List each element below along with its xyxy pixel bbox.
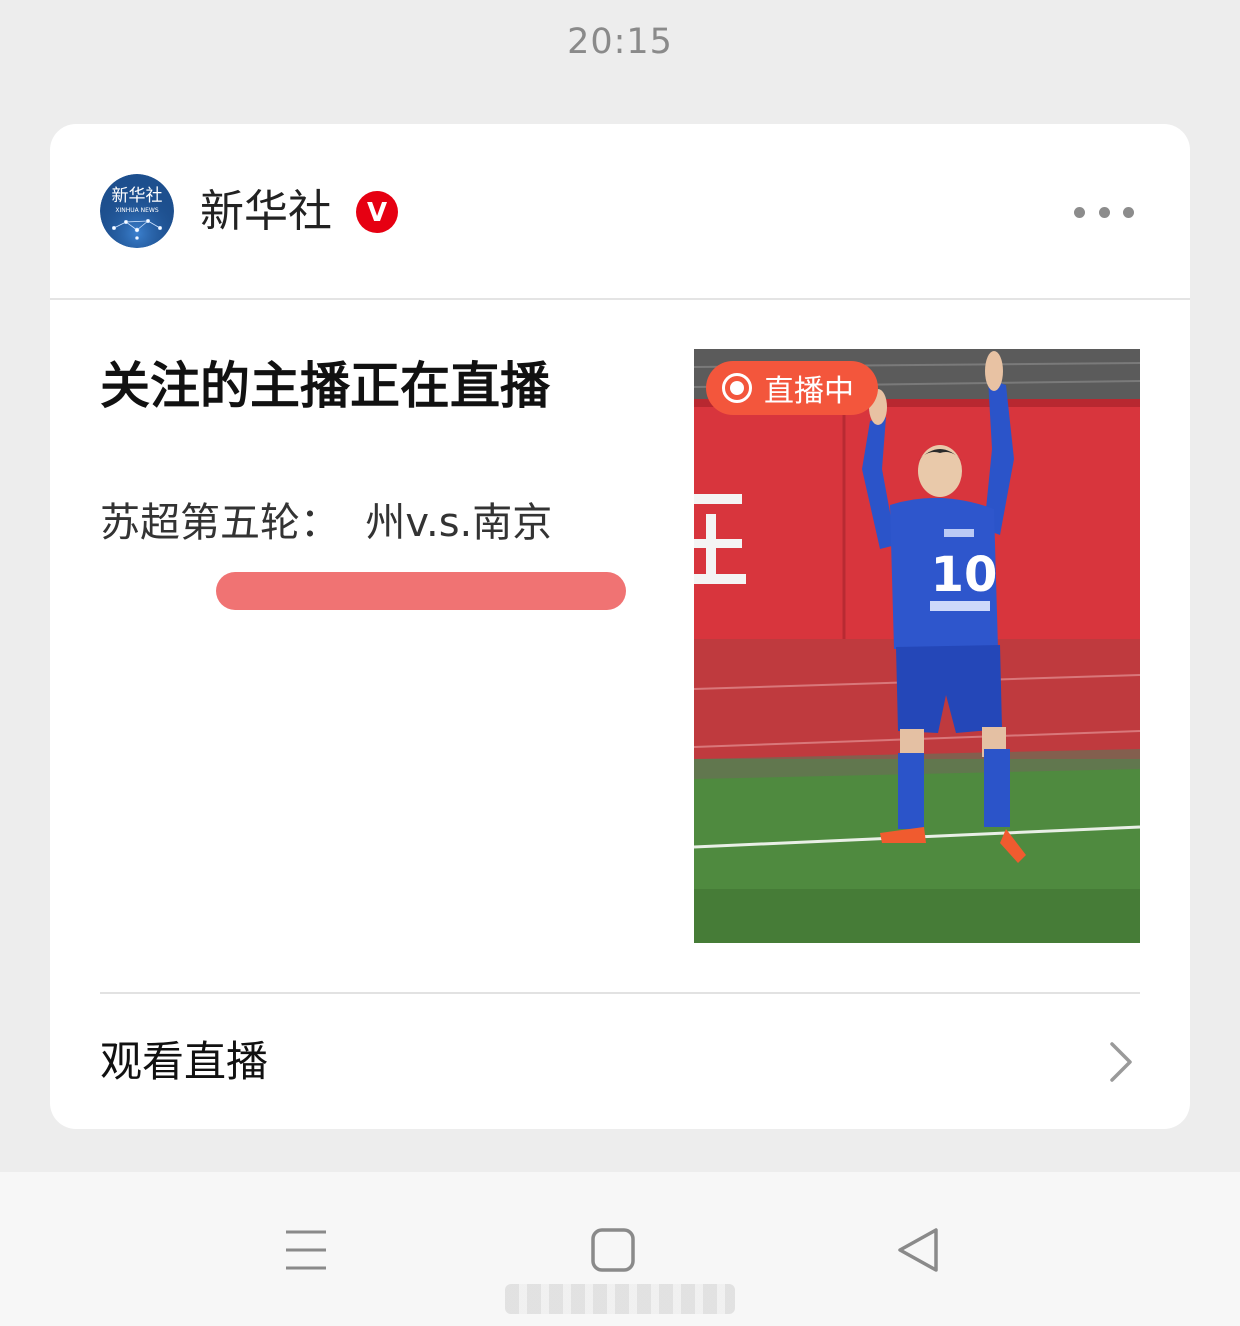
live-badge-label: 直播中	[764, 374, 854, 409]
xinhua-logo-icon: 新华社 XINHUA NEWS	[100, 174, 174, 248]
watch-live-button[interactable]: 观看直播	[50, 994, 1190, 1129]
card-subtitle: 苏超第五轮： 州v.s.南京	[100, 500, 553, 546]
redaction-mark	[216, 572, 626, 610]
svg-text:新华社: 新华社	[112, 186, 163, 206]
chevron-right-icon	[1110, 1042, 1132, 1082]
watch-live-label: 观看直播	[100, 1037, 269, 1086]
svg-text:XINHUA NEWS: XINHUA NEWS	[115, 207, 158, 214]
svg-text:V: V	[367, 198, 387, 228]
svg-text:10: 10	[931, 547, 998, 603]
more-options-button[interactable]	[1074, 194, 1134, 230]
notification-card[interactable]: 新华社 XINHUA NEWS 新华社 V 关注的主播正在直播 苏超第五轮： 州…	[50, 124, 1190, 1129]
watermark-strip	[505, 1284, 735, 1314]
live-record-icon	[722, 373, 752, 403]
card-header: 新华社 XINHUA NEWS 新华社 V	[50, 124, 1190, 300]
back-triangle-icon[interactable]	[892, 1222, 948, 1278]
more-dots-icon	[1074, 206, 1085, 218]
system-navigation-bar	[0, 1172, 1240, 1326]
menu-icon[interactable]	[278, 1222, 334, 1278]
status-bar-time: 20:15	[567, 22, 673, 62]
verified-badge-icon: V	[356, 191, 398, 233]
live-thumbnail[interactable]: 10 直播中	[694, 349, 1140, 943]
avatar[interactable]: 新华社 XINHUA NEWS	[100, 174, 174, 248]
account-name[interactable]: 新华社	[200, 186, 332, 238]
live-status-badge: 直播中	[706, 361, 878, 415]
home-square-icon[interactable]	[585, 1222, 641, 1278]
live-thumbnail-image: 10	[694, 349, 1140, 943]
card-title: 关注的主播正在直播	[100, 357, 550, 415]
